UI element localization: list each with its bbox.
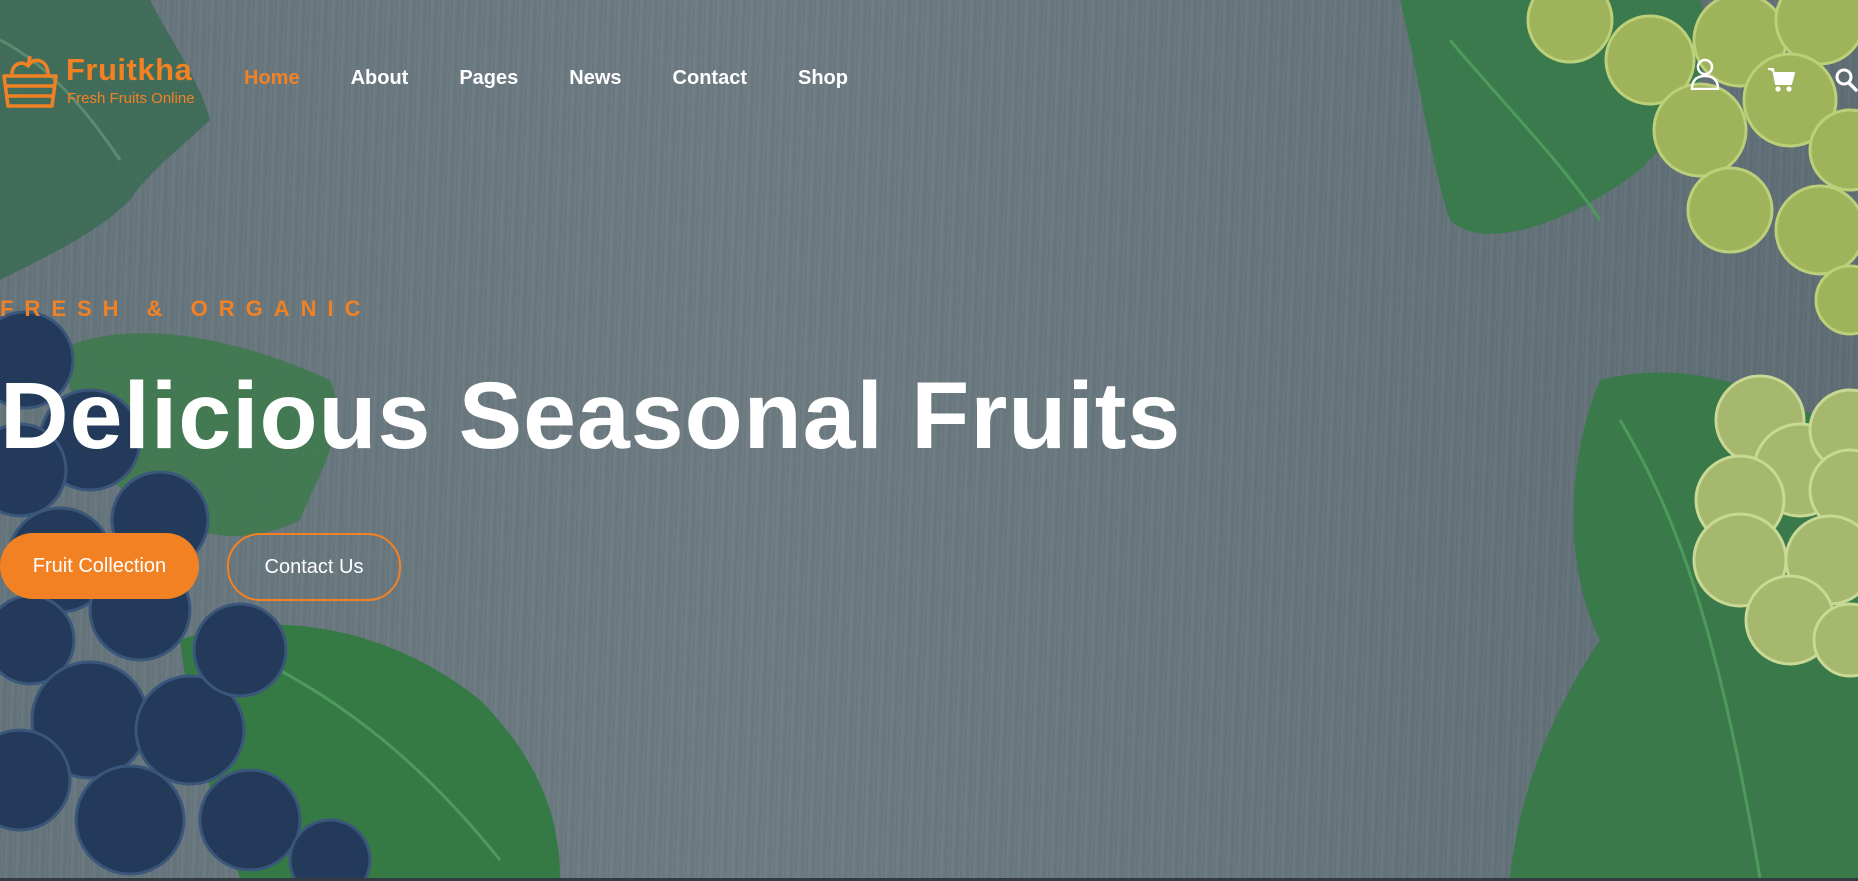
- nav-item-home[interactable]: Home: [244, 66, 300, 90]
- nav-item-about[interactable]: About: [351, 66, 409, 90]
- cart-icon[interactable]: [1767, 67, 1795, 98]
- main-nav: Home About Pages News Contact Shop: [244, 66, 899, 90]
- site-logo[interactable]: Fruitkha Fresh Fruits Online: [0, 48, 220, 112]
- nav-item-contact[interactable]: Contact: [673, 66, 747, 90]
- brand-name: Fruitkha: [66, 52, 193, 87]
- fruit-basket-icon: [2, 55, 58, 108]
- nav-item-pages[interactable]: Pages: [459, 66, 518, 90]
- hero-headline: Delicious Seasonal Fruits: [0, 363, 1182, 469]
- nav-item-shop[interactable]: Shop: [798, 66, 848, 90]
- user-icon[interactable]: [1690, 58, 1720, 95]
- nav-item-news[interactable]: News: [569, 66, 621, 90]
- contact-us-button[interactable]: Contact Us: [227, 533, 401, 601]
- hero-subtitle: FRESH & ORGANIC: [0, 296, 372, 321]
- brand-tagline: Fresh Fruits Online: [67, 90, 195, 107]
- fruit-collection-button[interactable]: Fruit Collection: [0, 533, 199, 599]
- search-icon[interactable]: [1835, 68, 1858, 97]
